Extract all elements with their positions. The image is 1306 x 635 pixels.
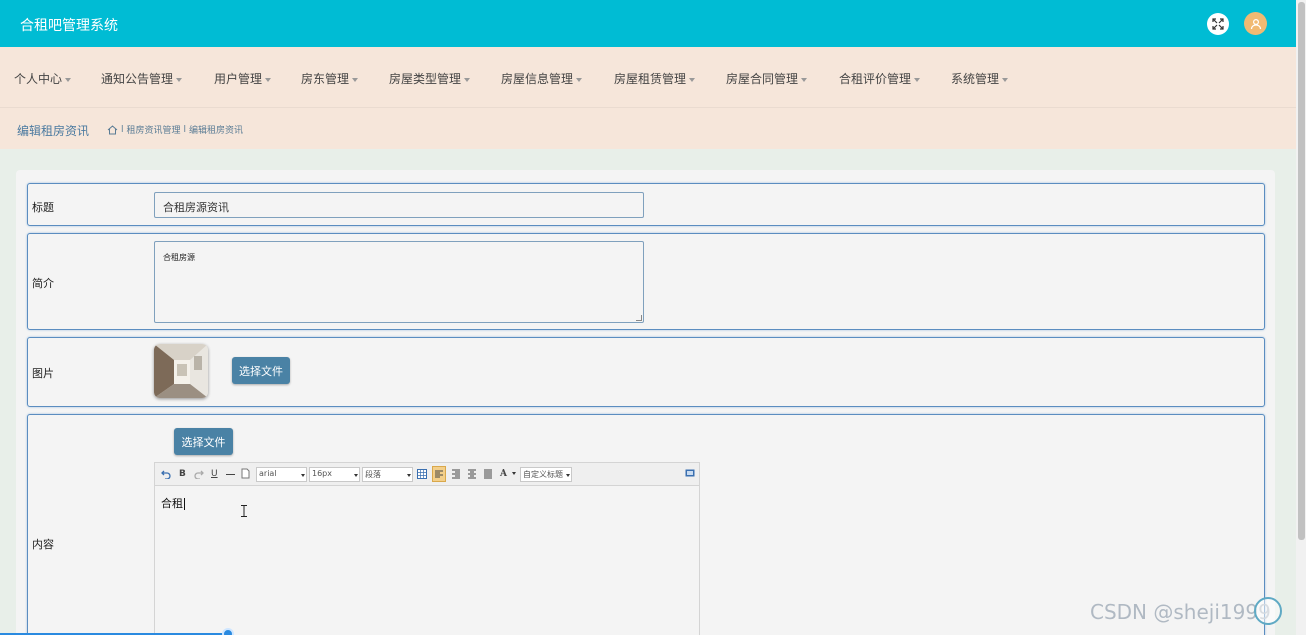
- breadcrumb-separator: l: [121, 124, 124, 135]
- app-title: 合租吧管理系统: [20, 18, 118, 34]
- custom-title-value: 自定义标题: [523, 470, 563, 479]
- nav-item-system[interactable]: 系统管理: [951, 70, 1009, 87]
- nav-item-personal-center[interactable]: 个人中心: [14, 70, 72, 87]
- align-left-icon: [435, 470, 443, 478]
- fullscreen-button[interactable]: [1207, 13, 1229, 35]
- room-photo: [154, 344, 208, 398]
- title-input[interactable]: 合租房源资讯: [154, 192, 644, 218]
- chevron-down-icon: [1002, 77, 1009, 82]
- breadcrumb-level1[interactable]: 租房资讯管理: [127, 123, 181, 136]
- nav-item-contracts[interactable]: 房屋合同管理: [726, 70, 808, 87]
- chevron-down-icon: [65, 77, 72, 82]
- fullscreen-icon: [1212, 18, 1224, 30]
- ibeam-cursor-icon: [241, 505, 247, 517]
- chevron-down-icon: [265, 77, 272, 82]
- breadcrumb-separator: l: [183, 124, 187, 135]
- nav-item-label: 系统管理: [951, 72, 1000, 86]
- user-avatar[interactable]: [1244, 12, 1267, 35]
- nav-item-landlords[interactable]: 房东管理: [301, 70, 359, 87]
- chevron-down-icon: [354, 474, 358, 477]
- chevron-down-icon: [566, 474, 570, 477]
- nav-item-label: 房屋类型管理: [389, 72, 462, 86]
- nav-item-house-info[interactable]: 房屋信息管理: [501, 70, 583, 87]
- font-size-select[interactable]: 16px: [309, 467, 360, 482]
- nav-item-label: 房东管理: [301, 72, 350, 86]
- choose-image-file-button[interactable]: 选择文件: [232, 357, 290, 384]
- nav-item-label: 用户管理: [214, 72, 263, 86]
- chevron-down-icon[interactable]: [512, 472, 516, 475]
- editor-text: 合租: [161, 497, 183, 510]
- nav-item-label: 房屋租赁管理: [614, 72, 687, 86]
- align-center-icon[interactable]: [467, 469, 477, 479]
- font-size-value: 16px: [312, 469, 332, 478]
- document-icon[interactable]: [241, 468, 250, 479]
- chevron-down-icon: [914, 77, 921, 82]
- main-nav: 个人中心 通知公告管理 用户管理 房东管理 房屋类型管理 房屋信息管理 房屋租赁…: [0, 47, 1296, 107]
- title-label: 标题: [32, 201, 54, 214]
- resize-handle-icon[interactable]: [636, 315, 642, 321]
- font-color-button[interactable]: A: [500, 468, 507, 480]
- text-cursor: [184, 498, 185, 510]
- intro-text: 合租房源: [163, 253, 195, 262]
- top-header: 合租吧管理系统: [0, 0, 1296, 47]
- custom-title-select[interactable]: 自定义标题: [520, 467, 572, 482]
- chevron-down-icon: [576, 77, 583, 82]
- editor-toolbar: B U arial 16px 段落 A 自定义标题: [155, 463, 699, 486]
- nav-item-rentals[interactable]: 房屋租赁管理: [614, 70, 696, 87]
- underline-button[interactable]: U: [211, 468, 218, 480]
- undo-icon[interactable]: [161, 469, 171, 479]
- nav-item-reviews[interactable]: 合租评价管理: [839, 70, 921, 87]
- watermark: CSDN @sheji1999: [1090, 600, 1271, 624]
- choose-content-file-button[interactable]: 选择文件: [174, 428, 233, 455]
- nav-item-label: 合租评价管理: [839, 72, 912, 86]
- align-right-icon[interactable]: [451, 469, 461, 479]
- paragraph-value: 段落: [365, 470, 381, 479]
- chevron-down-icon: [176, 77, 183, 82]
- breadcrumb: l 租房资讯管理 l 编辑租房资讯: [107, 123, 243, 136]
- font-family-value: arial: [259, 469, 277, 478]
- intro-textarea[interactable]: 合租房源: [154, 241, 644, 323]
- chevron-down-icon: [801, 77, 808, 82]
- font-family-select[interactable]: arial: [256, 467, 307, 482]
- page-scrollbar-thumb[interactable]: [1298, 2, 1305, 540]
- paragraph-select[interactable]: 段落: [362, 467, 413, 482]
- bold-button[interactable]: B: [179, 468, 186, 480]
- horizontal-rule-icon[interactable]: [226, 474, 235, 475]
- chevron-down-icon: [689, 77, 696, 82]
- fullscreen-editor-icon[interactable]: [685, 468, 695, 478]
- editor-content[interactable]: 合租: [161, 495, 185, 511]
- redo-icon[interactable]: [194, 469, 204, 479]
- home-icon[interactable]: [107, 124, 118, 135]
- progress-dot[interactable]: [222, 628, 234, 635]
- image-thumbnail[interactable]: [154, 344, 208, 398]
- nav-item-label: 通知公告管理: [101, 72, 174, 86]
- align-justify-icon[interactable]: [483, 469, 493, 479]
- nav-item-users[interactable]: 用户管理: [214, 70, 272, 87]
- nav-item-label: 个人中心: [14, 72, 63, 86]
- rich-text-editor: B U arial 16px 段落 A 自定义标题 合租: [154, 462, 700, 635]
- breadcrumb-level2: 编辑租房资讯: [189, 126, 244, 136]
- floating-circle-button[interactable]: [1254, 597, 1282, 625]
- content-label: 内容: [32, 538, 54, 551]
- nav-item-label: 房屋信息管理: [501, 72, 574, 86]
- form-row-image: 图片: [27, 337, 1265, 407]
- nav-item-label: 房屋合同管理: [726, 72, 799, 86]
- intro-label: 简介: [32, 277, 54, 290]
- user-avatar-icon: [1250, 18, 1261, 29]
- chevron-down-icon: [301, 474, 305, 477]
- nav-item-house-types[interactable]: 房屋类型管理: [389, 70, 471, 87]
- image-label: 图片: [32, 367, 54, 380]
- align-left-button[interactable]: [432, 466, 446, 482]
- page-title: 编辑租房资讯: [17, 124, 90, 138]
- table-icon[interactable]: [417, 469, 427, 479]
- chevron-down-icon: [407, 474, 411, 477]
- nav-item-notices[interactable]: 通知公告管理: [101, 70, 183, 87]
- chevron-down-icon: [464, 77, 471, 82]
- breadcrumb-bar: 编辑租房资讯 l 租房资讯管理 l 编辑租房资讯: [0, 107, 1296, 149]
- chevron-down-icon: [352, 77, 359, 82]
